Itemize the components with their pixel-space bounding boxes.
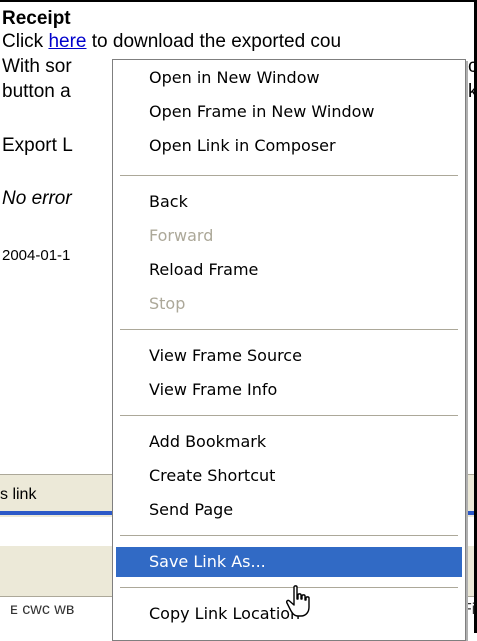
button-text: button a <box>2 81 71 102</box>
menu-separator <box>120 329 458 330</box>
with-text: With sor <box>2 56 72 77</box>
menu-open-frame-in-new-window[interactable]: Open Frame in New Window <box>116 97 462 127</box>
download-here-link[interactable]: here <box>48 31 86 52</box>
button-tail-text: k <box>468 81 477 102</box>
date-text: 2004-01-1 <box>2 247 71 264</box>
download-suffix: to download the exported cou <box>86 31 342 52</box>
menu-separator <box>120 175 458 176</box>
frame-top-border <box>0 0 477 2</box>
menu-reload-frame[interactable]: Reload Frame <box>116 255 462 285</box>
receipt-heading: Receipt <box>2 8 71 29</box>
menu-save-link-as[interactable]: Save Link As... <box>116 547 462 577</box>
context-menu: Open in New Window Open Frame in New Win… <box>112 59 466 641</box>
menu-view-frame-source[interactable]: View Frame Source <box>116 341 462 371</box>
menu-send-page[interactable]: Send Page <box>116 495 462 525</box>
link-bar-text: s link <box>0 486 37 503</box>
menu-stop: Stop <box>149 294 186 313</box>
export-label: Export L <box>2 135 73 156</box>
menu-separator <box>120 535 458 536</box>
with-tail-text: c <box>468 56 477 77</box>
menu-create-shortcut[interactable]: Create Shortcut <box>116 461 462 491</box>
download-prefix: Click <box>2 31 49 52</box>
truncated-background-text: ᴇ сwс wв <box>10 601 75 618</box>
menu-add-bookmark[interactable]: Add Bookmark <box>116 427 462 457</box>
menu-back[interactable]: Back <box>116 187 462 217</box>
menu-forward: Forward <box>149 226 214 245</box>
no-errors-text: No error <box>2 188 72 209</box>
hand-pointer-icon <box>286 585 310 617</box>
menu-view-frame-info[interactable]: View Frame Info <box>116 375 462 405</box>
menu-separator <box>120 415 458 416</box>
download-instruction: Click here to download the exported cou <box>2 31 341 53</box>
menu-open-in-new-window[interactable]: Open in New Window <box>116 63 462 93</box>
menu-open-link-in-composer[interactable]: Open Link in Composer <box>116 131 462 161</box>
